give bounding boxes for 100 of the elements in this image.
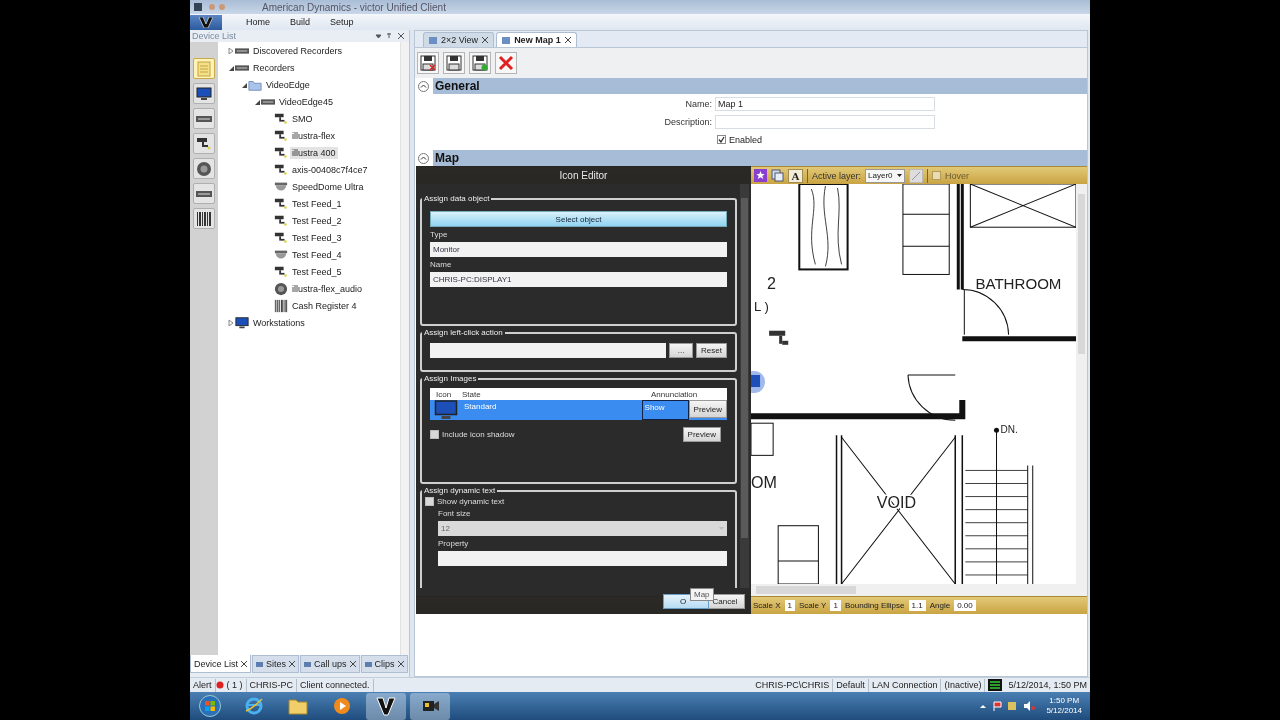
window-title: American Dynamics - victor Unified Client bbox=[262, 1, 446, 13]
expanded-arrow-icon[interactable] bbox=[240, 81, 247, 88]
pane-tab[interactable]: Sites bbox=[252, 655, 300, 673]
caret-icon bbox=[897, 174, 903, 177]
tree-item[interactable]: Test Feed_5 bbox=[290, 265, 344, 278]
document-tab[interactable]: New Map 1 bbox=[496, 32, 577, 47]
layer-select[interactable]: Layer0 bbox=[865, 168, 906, 183]
tree-item[interactable]: axis-00408c7f4ce7 bbox=[290, 163, 370, 176]
scrollbar[interactable] bbox=[1076, 184, 1087, 584]
scrollbar[interactable] bbox=[400, 42, 409, 655]
menu-item[interactable]: Build bbox=[280, 17, 321, 27]
star-icon[interactable] bbox=[754, 169, 767, 182]
tab-icon bbox=[304, 660, 312, 668]
preview-button[interactable]: Preview bbox=[682, 427, 721, 442]
text-tool-button[interactable]: A bbox=[788, 168, 803, 183]
tree-item[interactable]: SpeedDome Ultra bbox=[290, 180, 366, 193]
room-label: OM bbox=[751, 472, 777, 491]
checkbox[interactable] bbox=[932, 171, 942, 180]
tool-button[interactable] bbox=[193, 208, 215, 229]
tree-item[interactable]: illustra-flex_audio bbox=[290, 282, 365, 295]
tree-item[interactable]: Test Feed_2 bbox=[290, 214, 344, 227]
preview-button[interactable]: Preview bbox=[688, 400, 727, 418]
field-label: Property bbox=[437, 539, 470, 548]
browse-button[interactable]: ... bbox=[669, 343, 694, 358]
checkbox[interactable] bbox=[425, 497, 434, 506]
tree-item[interactable]: VideoEdge45 bbox=[277, 95, 335, 108]
camera-icon bbox=[196, 135, 212, 152]
tree-item[interactable]: Recorders bbox=[251, 61, 297, 74]
tree-item[interactable]: Cash Register 4 bbox=[290, 299, 359, 312]
collapse-icon[interactable] bbox=[418, 80, 429, 92]
property-value[interactable]: 1.1 bbox=[908, 600, 926, 611]
tab-icon bbox=[256, 660, 263, 668]
font-size-select[interactable]: 12 bbox=[438, 521, 727, 536]
tree-item[interactable]: Test Feed_3 bbox=[290, 231, 344, 244]
close-icon[interactable] bbox=[564, 37, 571, 43]
close-icon[interactable] bbox=[241, 660, 247, 667]
tree-item[interactable]: Discovered Recorders bbox=[251, 44, 345, 57]
tool-button[interactable] bbox=[193, 158, 215, 179]
tool-button[interactable] bbox=[193, 83, 215, 104]
copy-icon[interactable] bbox=[771, 169, 784, 182]
barcode-icon bbox=[274, 298, 288, 313]
tool-button[interactable] bbox=[193, 133, 215, 154]
type-field[interactable]: Monitor bbox=[430, 242, 727, 257]
status-text: CHRIS-PC bbox=[246, 678, 298, 692]
field-label: Type bbox=[430, 230, 449, 239]
collapsed-arrow-icon[interactable] bbox=[227, 319, 234, 326]
tree-item[interactable]: VideoEdge bbox=[264, 78, 312, 91]
text-field[interactable] bbox=[715, 115, 935, 129]
tree-item[interactable]: SMO bbox=[290, 112, 315, 125]
close-icon[interactable] bbox=[482, 37, 489, 43]
field-label: Font size bbox=[437, 509, 472, 518]
reset-button[interactable]: Reset bbox=[696, 343, 727, 358]
taskbar-app[interactable] bbox=[366, 692, 406, 720]
field-label: Name: bbox=[684, 99, 713, 109]
tree-item[interactable]: illustra-flex bbox=[290, 129, 337, 142]
taskbar-app[interactable] bbox=[410, 692, 450, 720]
pane-controls-icon[interactable] bbox=[375, 32, 405, 40]
delete-button[interactable] bbox=[495, 52, 517, 74]
close-icon[interactable] bbox=[289, 661, 296, 667]
property-value[interactable]: 1 bbox=[830, 600, 841, 611]
clock-time: 1:50 PM bbox=[1049, 696, 1080, 706]
pane-tab[interactable]: Device List bbox=[190, 655, 251, 673]
tree-item[interactable]: illustra 400 bbox=[290, 146, 338, 159]
tree-item[interactable]: Test Feed_1 bbox=[290, 197, 344, 210]
pane-tab[interactable]: Call ups bbox=[300, 655, 360, 673]
collapse-icon[interactable] bbox=[418, 152, 429, 164]
camera-icon bbox=[274, 230, 288, 245]
menu-item[interactable]: Setup bbox=[320, 17, 364, 27]
action-field[interactable] bbox=[430, 343, 667, 358]
pane-tab[interactable]: Clips bbox=[360, 655, 408, 673]
close-icon[interactable] bbox=[397, 661, 404, 667]
save-button[interactable] bbox=[443, 52, 465, 74]
scrollbar[interactable] bbox=[740, 184, 749, 588]
save-new-button[interactable] bbox=[469, 52, 491, 74]
tree-item[interactable]: Test Feed_4 bbox=[290, 248, 344, 261]
menu-item[interactable]: Home bbox=[236, 17, 280, 27]
text-field[interactable]: Map 1 bbox=[715, 97, 935, 111]
tool-button[interactable] bbox=[193, 108, 215, 129]
checkbox[interactable] bbox=[717, 135, 726, 144]
property-field[interactable] bbox=[438, 551, 727, 566]
monitor-icon bbox=[235, 315, 249, 330]
group-title: Assign data object bbox=[423, 194, 491, 203]
expanded-arrow-icon[interactable] bbox=[227, 64, 234, 71]
select-object-button[interactable]: Select object bbox=[430, 211, 727, 227]
name-field[interactable]: CHRIS-PC:DISPLAY1 bbox=[430, 272, 727, 287]
property-value[interactable]: 0.00 bbox=[954, 600, 976, 611]
table-row[interactable]: Standard Show Preview bbox=[430, 400, 727, 420]
tree-item[interactable]: Workstations bbox=[251, 316, 307, 329]
collapsed-arrow-icon[interactable] bbox=[227, 47, 234, 54]
tool-button[interactable] bbox=[193, 183, 215, 204]
dialog-title: Icon Editor bbox=[559, 169, 608, 181]
app-menu-button[interactable] bbox=[190, 14, 222, 30]
close-icon[interactable] bbox=[349, 661, 356, 667]
alert-count: ( 1 ) bbox=[223, 678, 247, 692]
property-value[interactable]: 1 bbox=[784, 600, 796, 611]
save-close-button[interactable] bbox=[417, 52, 439, 74]
checkbox[interactable] bbox=[430, 430, 439, 439]
status-datetime: 5/12/2014, 1:50 PM bbox=[1007, 679, 1088, 692]
expanded-arrow-icon[interactable] bbox=[253, 98, 260, 105]
document-tab[interactable]: 2×2 View bbox=[423, 32, 495, 47]
